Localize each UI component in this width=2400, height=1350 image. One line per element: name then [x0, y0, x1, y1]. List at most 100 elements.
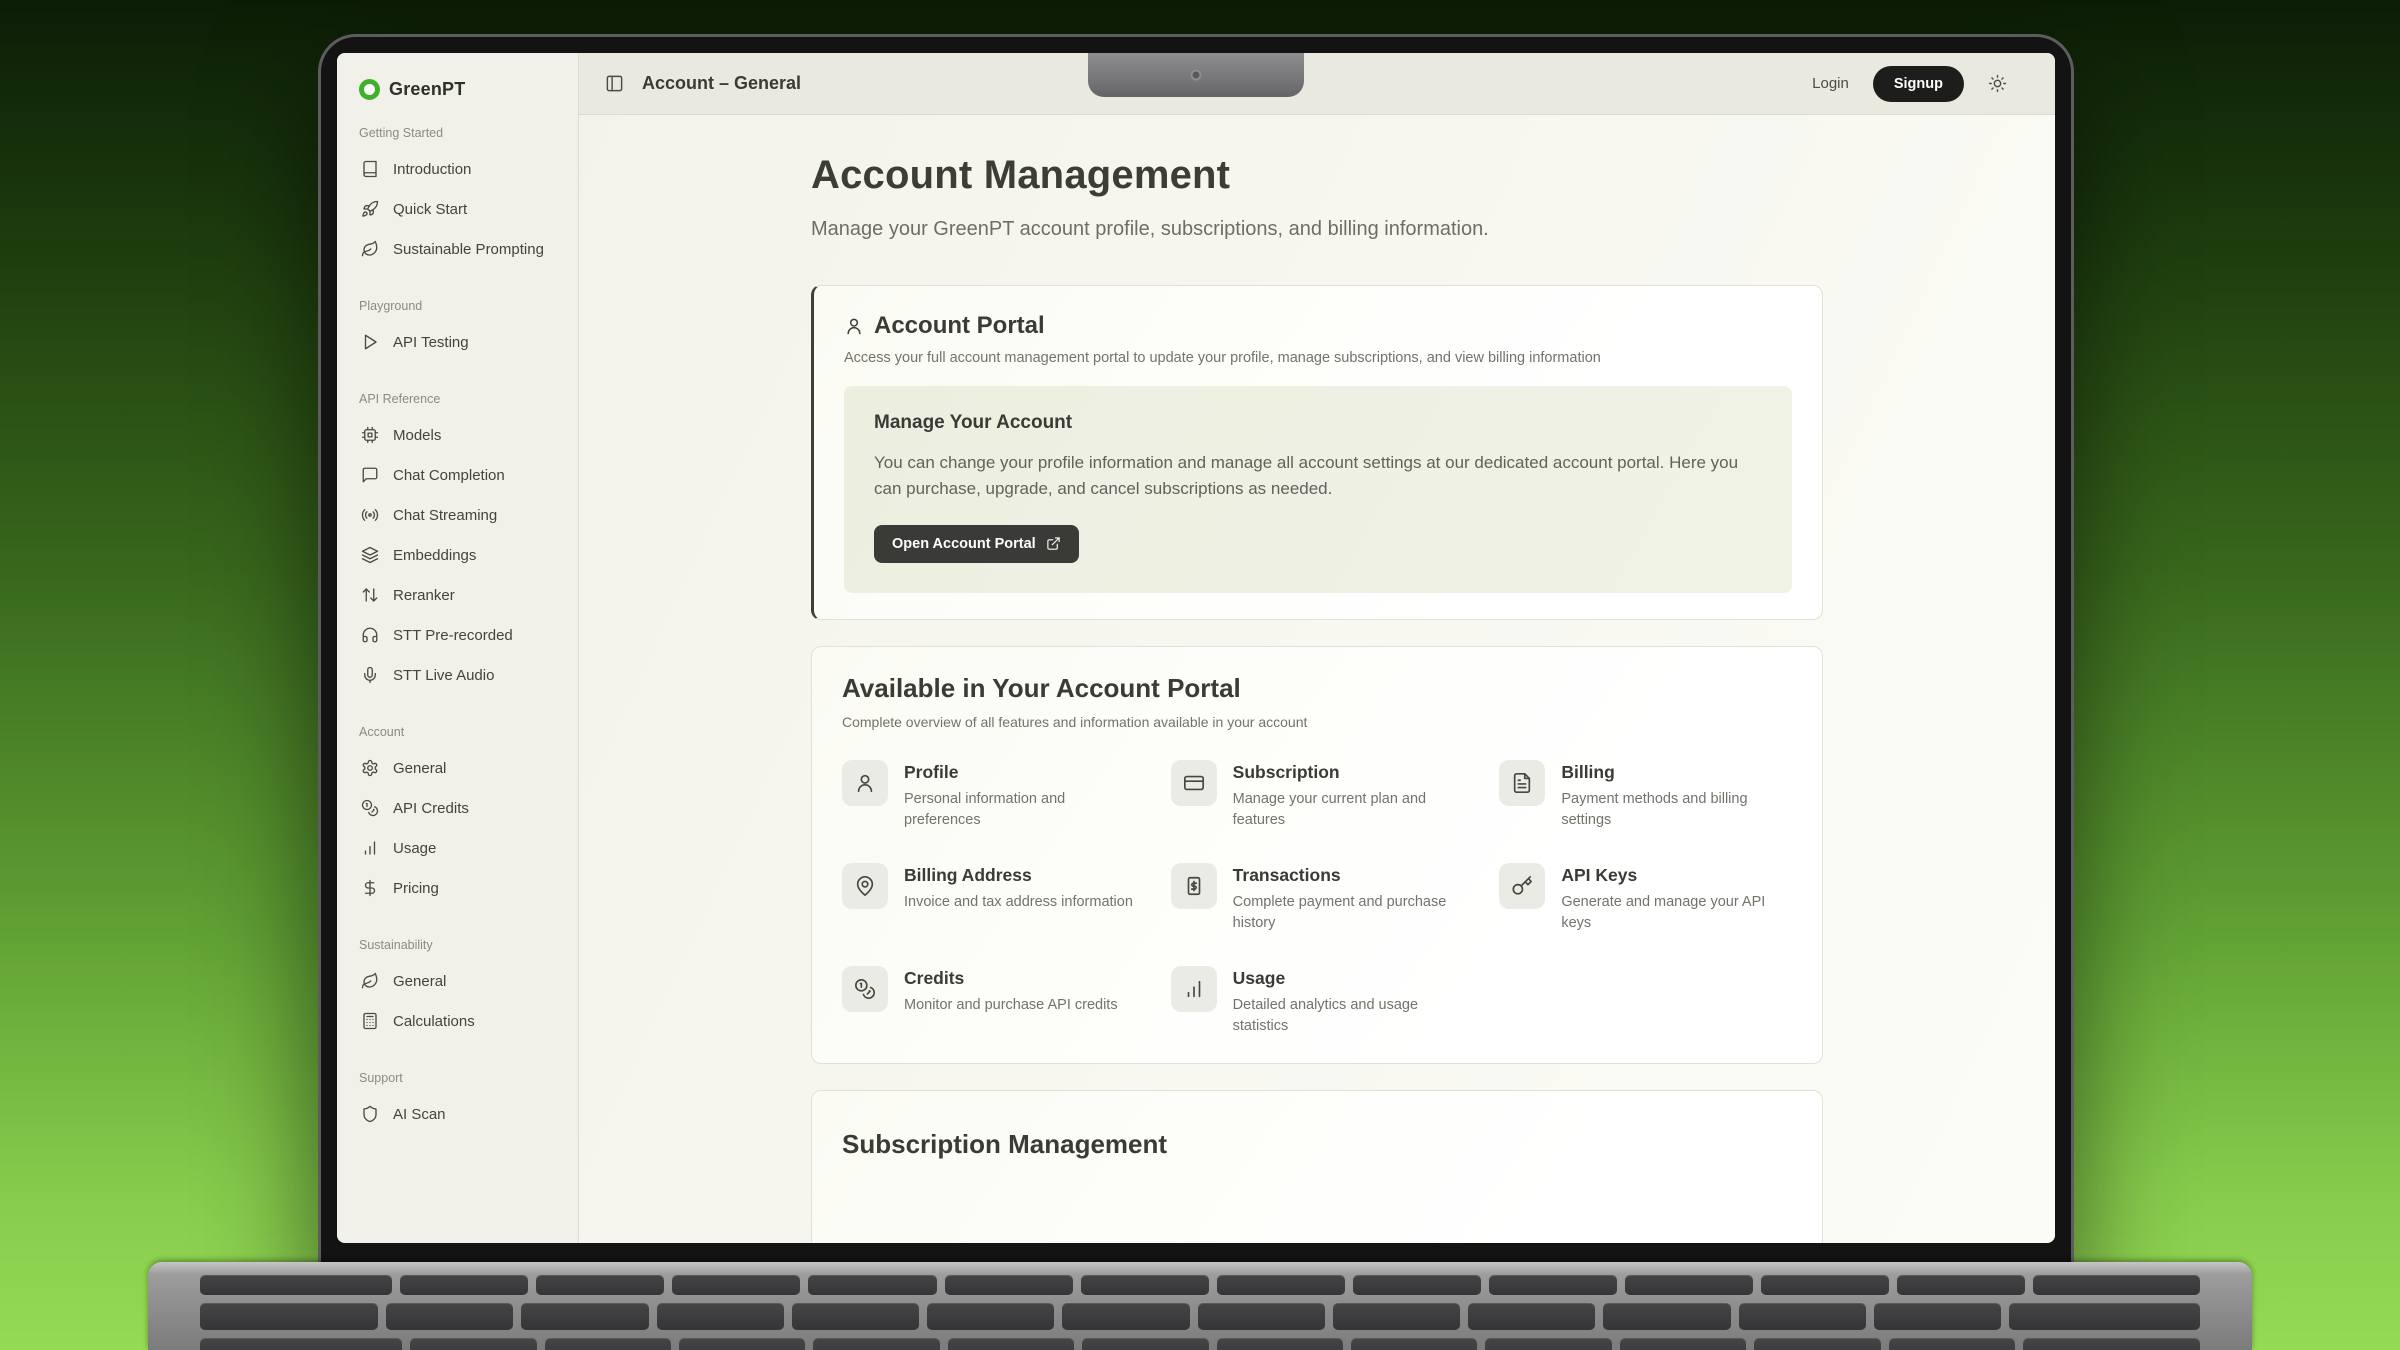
sidebar-section-sustainability: Sustainability General Calculations	[357, 938, 558, 1041]
feature-title: Credits	[904, 968, 1118, 989]
brand-logo[interactable]: GreenPT	[359, 79, 558, 100]
feature-title: Subscription	[1233, 762, 1464, 783]
sidebar-item-general[interactable]: General	[357, 748, 558, 788]
keyboard-key	[521, 1303, 648, 1330]
manage-account-body: You can change your profile information …	[874, 450, 1762, 503]
keyboard-key	[2023, 1338, 2200, 1350]
arrows-up-down-icon	[361, 586, 379, 604]
broadcast-icon	[361, 506, 379, 524]
sidebar-nav: Getting StartedIntroductionQuick StartSu…	[357, 126, 558, 1134]
open-account-portal-label: Open Account Portal	[892, 536, 1036, 552]
sidebar-section-getting-started: Getting StartedIntroductionQuick StartSu…	[357, 126, 558, 269]
gear-icon	[361, 759, 379, 777]
sidebar-item-ai-scan[interactable]: AI Scan	[357, 1094, 558, 1134]
keyboard-key	[386, 1303, 513, 1330]
mic-icon	[361, 666, 379, 684]
sidebar-item-quick-start[interactable]: Quick Start	[357, 189, 558, 229]
features-card-title: Available in Your Account Portal	[842, 673, 1792, 704]
feature-billing-address: Billing AddressInvoice and tax address i…	[842, 863, 1135, 934]
feature-description: Complete payment and purchase history	[1233, 892, 1464, 934]
account-portal-subtitle: Access your full account management port…	[844, 350, 1792, 366]
keyboard-key	[672, 1275, 800, 1295]
keyboard-key	[400, 1275, 528, 1295]
topbar: Account – General Login Signup	[579, 53, 2055, 115]
feature-description: Personal information and preferences	[904, 789, 1135, 831]
feature-description: Monitor and purchase API credits	[904, 995, 1118, 1016]
sidebar-item-api-testing[interactable]: API Testing	[357, 322, 558, 362]
sidebar-item-label: Reranker	[393, 587, 455, 604]
sidebar-item-reranker[interactable]: Reranker	[357, 575, 558, 615]
sidebar-item-models[interactable]: Models	[357, 415, 558, 455]
laptop-screen: GreenPT Getting StartedIntroductionQuick…	[337, 53, 2055, 1243]
sidebar-item-chat-streaming[interactable]: Chat Streaming	[357, 495, 558, 535]
sidebar-item-stt-pre-recorded[interactable]: STT Pre-recorded	[357, 615, 558, 655]
receipt-icon	[1171, 863, 1217, 909]
sidebar-item-sustainable-prompting[interactable]: Sustainable Prompting	[357, 229, 558, 269]
page-title: Account Management	[811, 153, 1823, 198]
open-account-portal-button[interactable]: Open Account Portal	[874, 525, 1079, 563]
book-icon	[361, 160, 379, 178]
sidebar-item-introduction[interactable]: Introduction	[357, 149, 558, 189]
sidebar-item-embeddings[interactable]: Embeddings	[357, 535, 558, 575]
play-icon	[361, 333, 379, 351]
features-card-subtitle: Complete overview of all features and in…	[842, 714, 1792, 730]
sidebar-item-pricing[interactable]: Pricing	[357, 868, 558, 908]
sidebar-item-label: Usage	[393, 840, 436, 857]
dollar-icon	[361, 879, 379, 897]
sidebar-section-api-reference: API ReferenceModelsChat CompletionChat S…	[357, 392, 558, 695]
page-content: Account Management Manage your GreenPT a…	[579, 115, 2055, 1243]
feature-usage: UsageDetailed analytics and usage statis…	[1171, 966, 1464, 1037]
sidebar-item-label: Models	[393, 427, 441, 444]
rocket-icon	[361, 200, 379, 218]
sidebar-item-label: Chat Completion	[393, 467, 505, 484]
keyboard-key	[679, 1338, 805, 1350]
keyboard-keys	[148, 1262, 2252, 1350]
topbar-title: Account – General	[642, 73, 801, 94]
keyboard-key	[813, 1338, 939, 1350]
subscription-management-card: Subscription Management	[811, 1090, 1823, 1243]
sidebar-item-stt-live-audio[interactable]: STT Live Audio	[357, 655, 558, 695]
signup-button[interactable]: Signup	[1873, 66, 1964, 102]
sidebar-item-general[interactable]: General	[357, 961, 558, 1001]
sidebar: GreenPT Getting StartedIntroductionQuick…	[337, 53, 579, 1243]
sidebar-toggle-icon[interactable]	[605, 74, 624, 93]
keyboard-key	[948, 1338, 1074, 1350]
sidebar-item-label: STT Live Audio	[393, 667, 494, 684]
laptop: GreenPT Getting StartedIntroductionQuick…	[318, 34, 2074, 1290]
user-icon	[842, 760, 888, 806]
manage-account-panel: Manage Your Account You can change your …	[844, 386, 1792, 593]
keyboard-key	[2009, 1303, 2200, 1330]
sidebar-section-title: Support	[359, 1071, 556, 1085]
sidebar-item-usage[interactable]: Usage	[357, 828, 558, 868]
sidebar-item-api-credits[interactable]: API Credits	[357, 788, 558, 828]
feature-title: Profile	[904, 762, 1135, 783]
sidebar-item-label: General	[393, 973, 446, 990]
subscription-management-title: Subscription Management	[842, 1129, 1792, 1160]
sidebar-item-label: API Testing	[393, 334, 469, 351]
feature-description: Manage your current plan and features	[1233, 789, 1464, 831]
keyboard-key	[1603, 1303, 1730, 1330]
feature-title: API Keys	[1561, 865, 1792, 886]
map-pin-icon	[842, 863, 888, 909]
sidebar-section-playground: PlaygroundAPI Testing	[357, 299, 558, 362]
keyboard-key	[1761, 1275, 1889, 1295]
login-link[interactable]: Login	[1812, 75, 1849, 92]
feature-billing: BillingPayment methods and billing setti…	[1499, 760, 1792, 831]
keyboard-key	[1889, 1338, 2015, 1350]
sidebar-item-calculations[interactable]: Calculations	[357, 1001, 558, 1041]
sidebar-item-label: Sustainable Prompting	[393, 241, 544, 258]
keyboard-key	[1897, 1275, 2025, 1295]
feature-description: Payment methods and billing settings	[1561, 789, 1792, 831]
feature-title: Transactions	[1233, 865, 1464, 886]
sidebar-section-title: Account	[359, 725, 556, 739]
keyboard-key	[1754, 1338, 1880, 1350]
keyboard-key	[1874, 1303, 2001, 1330]
sidebar-item-label: Pricing	[393, 880, 439, 897]
theme-toggle-sun-icon[interactable]	[1988, 74, 2007, 93]
sidebar-item-chat-completion[interactable]: Chat Completion	[357, 455, 558, 495]
keyboard-key	[792, 1303, 919, 1330]
audio-file-icon	[361, 626, 379, 644]
sidebar-section-title: Sustainability	[359, 938, 556, 952]
keyboard-key	[200, 1303, 378, 1330]
brand-name: GreenPT	[389, 79, 465, 100]
